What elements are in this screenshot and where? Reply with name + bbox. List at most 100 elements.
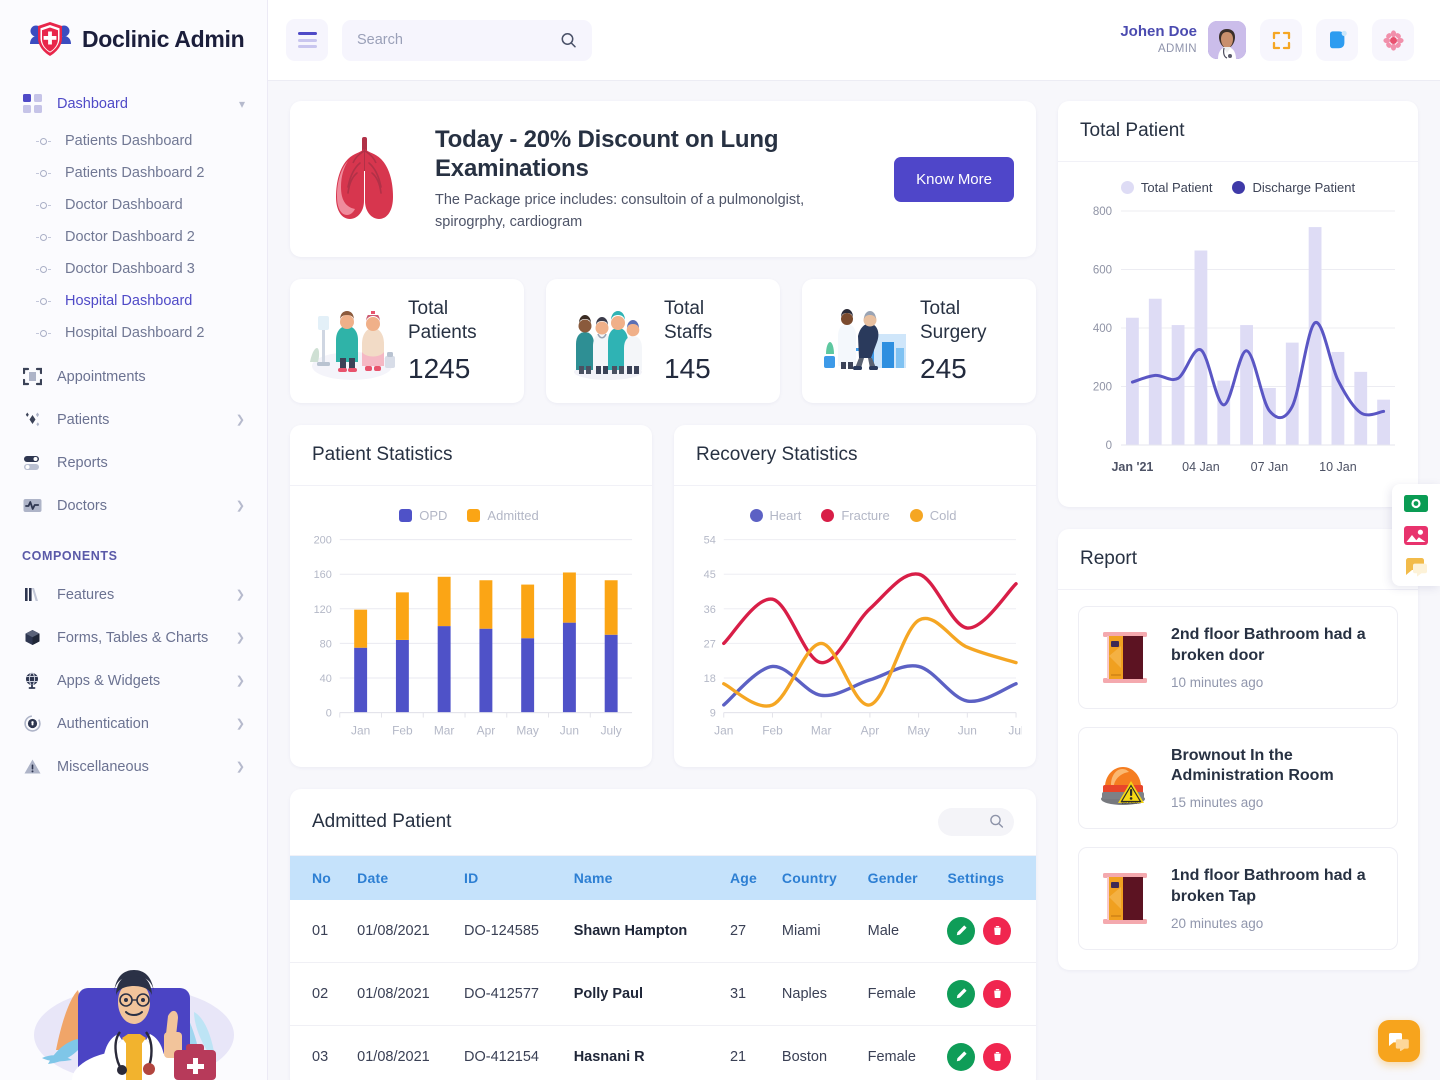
delete-icon-button[interactable] (983, 979, 1012, 1008)
svg-text:Jan: Jan (714, 723, 733, 737)
legend-item-opd[interactable]: OPD (399, 508, 447, 523)
chat-icon-button[interactable] (1399, 554, 1433, 580)
sidebar-subitem-hospital-dashboard[interactable]: Hospital Dashboard (0, 285, 267, 317)
search-icon (989, 814, 1004, 829)
chevron-down-icon: ▾ (238, 96, 245, 111)
legend-swatch (821, 508, 835, 522)
sidebar-item-label: Doctors (57, 497, 107, 514)
card-title: Report (1080, 548, 1138, 569)
stat-card-total-surgery[interactable]: Total Surgery 245 (802, 279, 1036, 403)
report-list-item[interactable]: WARNING Brownout In the Administration R… (1078, 726, 1398, 830)
search-box[interactable] (342, 19, 592, 61)
search-input[interactable] (357, 32, 560, 48)
legend-item-admitted[interactable]: Admitted (467, 508, 539, 523)
legend-item-discharge-patient[interactable]: Discharge Patient (1232, 180, 1355, 195)
know-more-button[interactable]: Know More (894, 156, 1014, 202)
sidebar-subitem-doctor-dashboard[interactable]: Doctor Dashboard (0, 189, 267, 221)
report-item-time: 15 minutes ago (1171, 795, 1264, 811)
col-date[interactable]: Date (349, 856, 456, 900)
toggle-icon (22, 452, 43, 473)
fullscreen-button[interactable] (1260, 19, 1302, 61)
col-settings[interactable]: Settings (939, 856, 1036, 900)
sidebar-item-reports[interactable]: Reports (0, 441, 267, 484)
report-item-title: 2nd floor Bathroom had a broken door (1171, 626, 1366, 664)
legend-item-cold[interactable]: Cold (909, 508, 956, 523)
recovery-statistics-chart: 9 18 27 36 45 54 Jan Feb Mar Apr May Jun Jul (704, 535, 1022, 738)
legend-item-heart[interactable]: Heart (749, 508, 801, 523)
svg-text:May: May (516, 723, 539, 737)
hamburger-icon[interactable] (286, 19, 328, 61)
sidebar-subitem-doctor-dashboard-2[interactable]: Doctor Dashboard 2 (0, 221, 267, 253)
edit-icon-button[interactable] (947, 1042, 976, 1071)
sidebar-subitem-doctor-dashboard-3[interactable]: Doctor Dashboard 3 (0, 253, 267, 285)
brand[interactable]: Doclinic Admin (0, 0, 267, 76)
col-country[interactable]: Country (774, 856, 860, 900)
table-row[interactable]: 03 01/08/2021 DO-412154 Hasnani R 21 Bos… (290, 1025, 1036, 1080)
grid-icon (22, 93, 43, 114)
bullet-icon (34, 137, 52, 145)
svg-text:Jun: Jun (958, 723, 977, 737)
sidebar-item-dashboard[interactable]: Dashboard ▾ (0, 82, 267, 125)
chevron-right-icon: ❯ (235, 632, 245, 644)
cell-id: DO-412154 (456, 1025, 566, 1080)
sidebar-nav: Dashboard ▾ Patients Dashboard Patients … (0, 76, 267, 788)
col-age[interactable]: Age (722, 856, 774, 900)
chat-fab-button[interactable] (1378, 1020, 1420, 1062)
sidebar-item-doctors[interactable]: Doctors ❯ (0, 484, 267, 527)
sidebar-item-miscellaneous[interactable]: Miscellaneous ❯ (0, 745, 267, 788)
report-list-item[interactable]: 1nd floor Bathroom had a broken Tap 20 m… (1078, 847, 1398, 950)
image-icon-button[interactable] (1399, 522, 1433, 548)
recovery-statistics-legend: Heart Fracture Cold (684, 508, 1022, 523)
sidebar-subitem-patients-dashboard-2[interactable]: Patients Dashboard 2 (0, 157, 267, 189)
messages-button[interactable] (1316, 19, 1358, 61)
table-search-input[interactable] (938, 807, 1014, 836)
svg-text:Jul: Jul (1008, 723, 1022, 737)
total-patient-card: Total Patient Total Patient Discharge Pa… (1058, 101, 1418, 507)
edit-icon-button[interactable] (947, 916, 976, 945)
delete-icon-button[interactable] (983, 916, 1012, 945)
legend-swatch (909, 508, 923, 522)
cell-country: Miami (773, 899, 860, 963)
sidebar-item-apps-widgets[interactable]: Apps & Widgets ❯ (0, 659, 267, 702)
notifications-button[interactable] (1372, 19, 1414, 61)
sidebar-item-features[interactable]: Features ❯ (0, 573, 267, 616)
table-row[interactable]: 02 01/08/2021 DO-412577 Polly Paul 31 Na… (290, 962, 1036, 1026)
col-id[interactable]: ID (456, 856, 566, 900)
sidebar-item-appointments[interactable]: Appointments (0, 355, 267, 398)
edit-icon-button[interactable] (947, 979, 976, 1008)
card-title: Total Patient (1080, 120, 1185, 141)
video-cash-icon-button[interactable] (1399, 490, 1433, 516)
col-name[interactable]: Name (566, 856, 722, 900)
sidebar-item-forms-tables-charts[interactable]: Forms, Tables & Charts ❯ (0, 616, 267, 659)
legend-item-total-patient[interactable]: Total Patient (1120, 180, 1212, 195)
content-area: Today - 20% Discount on Lung Examination… (268, 81, 1440, 1080)
search-icon[interactable] (560, 32, 577, 49)
table-row[interactable]: 01 01/08/2021 DO-124585 Shawn Hampton 27… (290, 899, 1036, 963)
sidebar-subitem-hospital-dashboard-2[interactable]: Hospital Dashboard 2 (0, 317, 267, 349)
svg-text:Jan '21: Jan '21 (1111, 460, 1153, 474)
sidebar-item-label: Miscellaneous (57, 758, 149, 775)
stat-card-total-staffs[interactable]: Total Staffs 145 (546, 279, 780, 403)
report-list: 2nd floor Bathroom had a broken door 10 … (1058, 590, 1418, 970)
user-text: Johen Doe ADMIN (1120, 23, 1197, 56)
legend-item-fracture[interactable]: Fracture (821, 508, 890, 523)
avatar[interactable] (1208, 21, 1246, 59)
delete-icon-button[interactable] (983, 1042, 1012, 1071)
sidebar-item-patients[interactable]: Patients ❯ (0, 398, 267, 441)
recovery-statistics-body: Heart Fracture Cold 9 18 27 36 45 54 Jan (674, 486, 1036, 767)
total-patient-legend: Total Patient Discharge Patient (1066, 180, 1410, 195)
cell-age: 27 (721, 899, 774, 963)
charts-row: Patient Statistics OPD Admitted 0 40 80 … (290, 424, 1036, 767)
col-gender[interactable]: Gender (860, 856, 940, 900)
stat-label-line1: Total (664, 298, 705, 320)
cell-gender: Female (859, 1025, 940, 1080)
stat-card-total-patients[interactable]: Total Patients 1245 (290, 279, 524, 403)
svg-text:40: 40 (320, 673, 332, 685)
svg-text:Feb: Feb (762, 723, 783, 737)
report-list-item[interactable]: 2nd floor Bathroom had a broken door 10 … (1078, 606, 1398, 709)
sidebar-subitem-patients-dashboard[interactable]: Patients Dashboard (0, 125, 267, 157)
user-block[interactable]: Johen Doe ADMIN (1120, 21, 1246, 59)
col-no[interactable]: No (290, 856, 349, 900)
sidebar-item-authentication[interactable]: Authentication ❯ (0, 702, 267, 745)
main-area: Johen Doe ADMIN (268, 0, 1440, 1080)
